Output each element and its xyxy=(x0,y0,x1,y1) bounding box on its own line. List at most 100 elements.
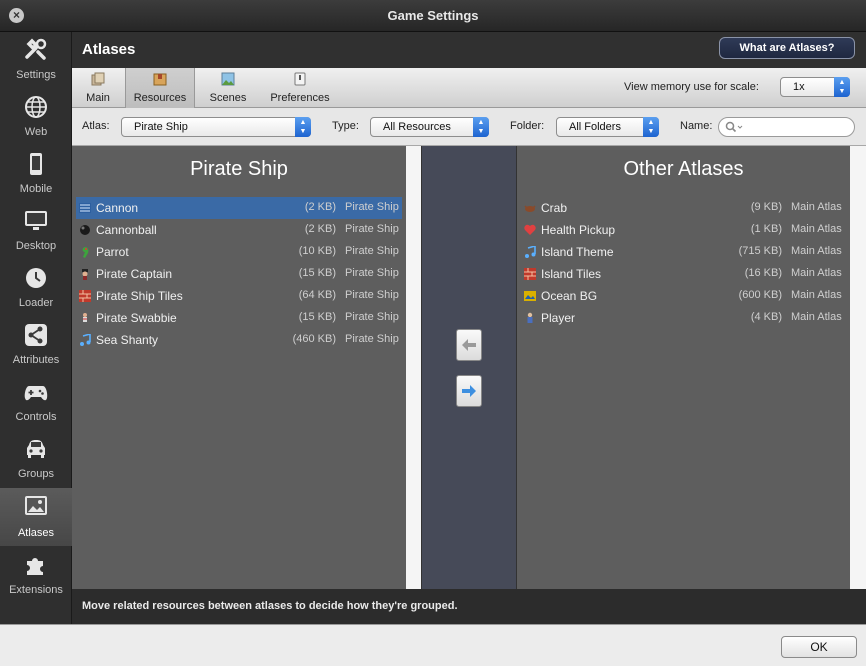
sidebar-item-label: Controls xyxy=(15,411,57,423)
list-item[interactable]: Cannonball (2 KB) Pirate Ship xyxy=(76,219,402,241)
name-search-input[interactable] xyxy=(718,117,855,137)
list-item[interactable]: Pirate Ship Tiles (64 KB) Pirate Ship xyxy=(76,285,402,307)
move-right-button[interactable] xyxy=(456,375,482,407)
sidebar-item-label: Groups xyxy=(17,468,55,480)
scale-select[interactable]: 1x ▲ ▼ xyxy=(780,77,850,97)
current-atlas-pane: Pirate Ship Cannon (2 KB) Pirate Ship Canno… xyxy=(72,146,406,589)
tab-main[interactable]: Main xyxy=(72,68,124,108)
sidebar-item-atlases[interactable]: Atlases xyxy=(0,488,72,546)
clock-icon xyxy=(26,268,46,288)
sidebar-item-label: Desktop xyxy=(15,240,57,252)
item-atlas: Pirate Ship xyxy=(345,245,399,257)
item-atlas: Main Atlas xyxy=(791,311,842,323)
item-atlas: Pirate Ship xyxy=(345,267,399,279)
sidebar-item-label: Web xyxy=(24,126,48,138)
sidebar-item-extensions[interactable]: Extensions xyxy=(0,547,72,603)
scale-select-value: 1x xyxy=(793,81,805,93)
item-size: (10 KB) xyxy=(298,245,336,257)
move-left-button[interactable] xyxy=(456,329,482,361)
atlas-select[interactable]: Pirate Ship ▲ ▼ xyxy=(121,117,311,137)
list-item[interactable]: Cannon (2 KB) Pirate Ship xyxy=(76,197,402,219)
globe-icon xyxy=(25,96,47,118)
parrot-icon xyxy=(82,247,89,258)
list-item[interactable]: Ocean BG (600 KB) Main Atlas xyxy=(521,285,846,307)
item-name: Island Theme xyxy=(541,245,614,259)
filter-bar: Atlas: Pirate Ship ▲ ▼ Type: All Resource… xyxy=(72,108,866,146)
memory-scale-label: View memory use for scale: xyxy=(624,81,759,93)
item-name: Health Pickup xyxy=(541,223,616,237)
car-icon xyxy=(27,440,45,458)
folder-select[interactable]: All Folders ▲ ▼ xyxy=(556,117,659,137)
list-item[interactable]: Pirate Swabbie (15 KB) Pirate Ship xyxy=(76,307,402,329)
sidebar-item-label: Atlases xyxy=(17,527,55,539)
ok-button[interactable]: OK xyxy=(781,636,857,658)
box-icon xyxy=(91,72,105,86)
heart-icon xyxy=(524,224,536,235)
dialog-footer: OK xyxy=(0,624,866,666)
list-item[interactable]: Parrot (10 KB) Pirate Ship xyxy=(76,241,402,263)
item-size: (2 KB) xyxy=(304,201,336,213)
list-item[interactable]: Pirate Captain (15 KB) Pirate Ship xyxy=(76,263,402,285)
tools-icon xyxy=(25,38,47,60)
search-icon xyxy=(725,121,743,133)
sidebar-item-mobile[interactable]: Mobile xyxy=(0,146,72,202)
item-atlas: Pirate Ship xyxy=(345,289,399,301)
item-atlas: Main Atlas xyxy=(791,245,842,257)
window-title: Game Settings xyxy=(387,8,479,23)
sidebar-item-controls[interactable]: Controls xyxy=(0,374,72,430)
other-atlases-pane: Other Atlases Crab (9 KB) Main Atlas Health… xyxy=(517,146,850,589)
item-size: (15 KB) xyxy=(298,311,336,323)
status-bar: Move related resources between atlases t… xyxy=(72,589,866,624)
item-size: (600 KB) xyxy=(738,289,782,301)
sidebar-item-label: Extensions xyxy=(9,584,63,596)
sidebar-item-web[interactable]: Web xyxy=(0,89,72,145)
tab-scenes[interactable]: Scenes xyxy=(200,68,256,108)
tab-resources[interactable]: Resources xyxy=(125,68,195,108)
item-size: (16 KB) xyxy=(744,267,782,279)
item-name: Parrot xyxy=(96,245,129,259)
tiles-icon xyxy=(79,290,91,302)
list-item[interactable]: Health Pickup (1 KB) Main Atlas xyxy=(521,219,846,241)
item-atlas: Main Atlas xyxy=(791,223,842,235)
page-title: Atlases xyxy=(82,41,136,58)
pirate-icon xyxy=(82,269,88,280)
list-item[interactable]: Player (4 KB) Main Atlas xyxy=(521,307,846,329)
sidebar-item-label: Attributes xyxy=(12,354,60,366)
tab-label: Scenes xyxy=(209,92,247,104)
item-name: Player xyxy=(541,311,576,325)
name-label: Name: xyxy=(680,120,713,132)
sidebar: Settings Web Mobile Desktop Loader Attri… xyxy=(0,32,72,624)
sidebar-item-desktop[interactable]: Desktop xyxy=(0,203,72,259)
item-name: Pirate Swabbie xyxy=(96,311,177,325)
other-atlases-title: Other Atlases xyxy=(623,158,744,180)
sidebar-item-settings[interactable]: Settings xyxy=(0,32,72,88)
picture-icon xyxy=(524,291,536,301)
item-atlas: Main Atlas xyxy=(791,267,842,279)
current-atlas-title: Pirate Ship xyxy=(190,158,288,180)
sidebar-item-attributes[interactable]: Attributes xyxy=(0,317,72,373)
item-name: Crab xyxy=(541,201,568,215)
sidebar-item-label: Settings xyxy=(16,69,56,81)
crab-icon xyxy=(524,205,536,212)
type-select[interactable]: All Resources ▲ ▼ xyxy=(370,117,489,137)
image-icon xyxy=(25,496,47,515)
sidebar-item-groups[interactable]: Groups xyxy=(0,431,72,487)
item-size: (64 KB) xyxy=(298,289,336,301)
item-name: Cannon xyxy=(96,201,139,215)
list-item[interactable]: Island Theme (715 KB) Main Atlas xyxy=(521,241,846,263)
item-atlas: Pirate Ship xyxy=(345,333,399,345)
pane-divider xyxy=(406,146,421,589)
atlas-label: Atlas: xyxy=(82,120,110,132)
item-atlas: Main Atlas xyxy=(791,289,842,301)
list-item[interactable]: Sea Shanty (460 KB) Pirate Ship xyxy=(76,329,402,351)
list-item[interactable]: Crab (9 KB) Main Atlas xyxy=(521,197,846,219)
tab-preferences[interactable]: Preferences xyxy=(264,68,336,108)
item-name: Sea Shanty xyxy=(96,333,159,347)
gamepad-icon xyxy=(24,386,48,401)
sidebar-item-loader[interactable]: Loader xyxy=(0,260,72,316)
list-item[interactable]: Island Tiles (16 KB) Main Atlas xyxy=(521,263,846,285)
item-atlas: Pirate Ship xyxy=(345,223,399,235)
item-atlas: Main Atlas xyxy=(791,201,842,213)
what-are-atlases-button[interactable]: What are Atlases? xyxy=(719,37,855,59)
package-icon xyxy=(153,73,167,86)
